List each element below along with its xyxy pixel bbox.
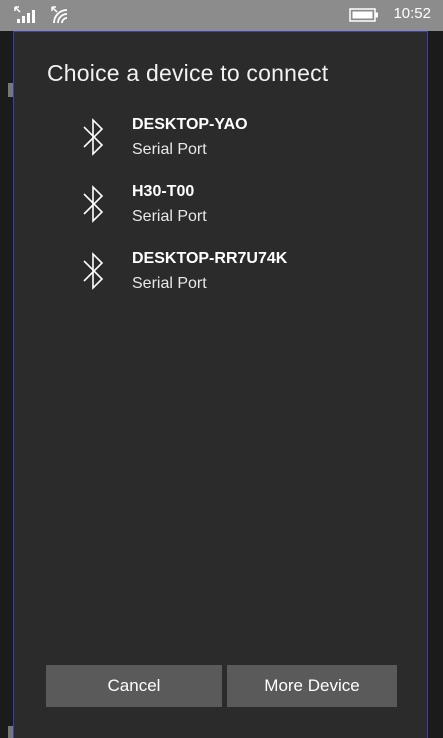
device-list: DESKTOP-YAO Serial Port H30-T00 Serial P… bbox=[14, 112, 427, 313]
device-name: DESKTOP-YAO bbox=[132, 116, 248, 133]
device-picker-dialog: Choice a device to connect DESKTOP-YAO S… bbox=[13, 31, 428, 738]
battery-icon bbox=[349, 8, 379, 22]
device-type: Serial Port bbox=[132, 141, 207, 158]
device-name: H30-T00 bbox=[132, 183, 195, 200]
device-type: Serial Port bbox=[132, 275, 207, 292]
signal-icon bbox=[14, 6, 36, 24]
more-device-button[interactable]: More Device bbox=[227, 665, 397, 707]
cancel-button[interactable]: Cancel bbox=[46, 665, 222, 707]
wifi-icon bbox=[50, 6, 72, 24]
status-icons bbox=[14, 6, 72, 24]
device-name: DESKTOP-RR7U74K bbox=[132, 250, 288, 267]
clock: 10:52 bbox=[393, 5, 431, 22]
status-bar: 10:52 bbox=[0, 0, 443, 31]
bluetooth-icon bbox=[82, 115, 104, 159]
bluetooth-icon bbox=[82, 249, 104, 293]
device-item-desktop-yao[interactable]: DESKTOP-YAO Serial Port bbox=[14, 112, 427, 179]
device-item-h30-t00[interactable]: H30-T00 Serial Port bbox=[14, 179, 427, 246]
bluetooth-icon bbox=[82, 182, 104, 226]
device-type: Serial Port bbox=[132, 208, 207, 225]
device-item-desktop-rr7u74k[interactable]: DESKTOP-RR7U74K Serial Port bbox=[14, 246, 427, 313]
dialog-title: Choice a device to connect bbox=[47, 60, 329, 86]
